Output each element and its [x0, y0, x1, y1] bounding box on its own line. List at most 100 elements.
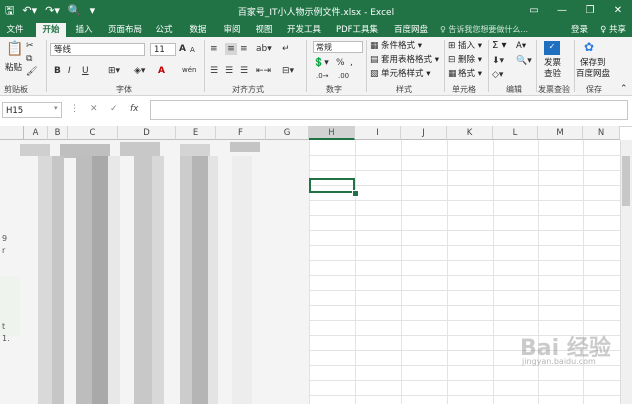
blurred-block — [192, 156, 208, 404]
sort-filter-button[interactable]: A▾ — [516, 40, 526, 52]
number-format-select[interactable]: 常规 — [313, 41, 363, 53]
paste-button[interactable]: 粘贴 — [5, 62, 22, 74]
name-box[interactable]: H15 — [2, 102, 62, 118]
increase-font-icon[interactable]: A — [179, 43, 186, 55]
tab-home[interactable]: 开始 — [36, 23, 66, 37]
border-icon[interactable]: ⊞▾ — [108, 65, 120, 77]
tab-formulas[interactable]: 公式 — [152, 23, 176, 37]
indent-icon[interactable]: ⇤⇥ — [256, 65, 271, 77]
align-top-icon[interactable]: ≡ — [210, 43, 218, 55]
tab-file[interactable]: 文件 — [2, 23, 28, 37]
fill-color-icon[interactable]: ◈▾ — [134, 65, 145, 77]
group-divider — [306, 40, 307, 92]
align-right-icon[interactable]: ☰ — [240, 65, 248, 77]
tab-view[interactable]: 视图 — [252, 23, 276, 37]
column-header-k[interactable]: K — [447, 126, 493, 140]
tell-me-search[interactable]: ♀ 告诉我您想要做什么... — [440, 23, 528, 37]
align-bottom-icon[interactable]: ≡ — [240, 43, 248, 55]
cancel-icon[interactable]: ✕ — [90, 104, 98, 114]
ribbon-display-icon[interactable]: ▭ — [520, 0, 548, 22]
tab-page-layout[interactable]: 页面布局 — [104, 23, 146, 37]
invoice-icon: ✓ — [544, 41, 560, 55]
italic-button[interactable]: I — [68, 65, 71, 77]
enter-icon[interactable]: ✓ — [110, 104, 118, 114]
column-header-c[interactable]: C — [68, 126, 118, 140]
font-color-icon[interactable]: A — [158, 65, 165, 77]
column-header-b[interactable]: B — [48, 126, 68, 140]
collapse-ribbon-icon[interactable]: ⌃ — [620, 83, 628, 95]
ribbon: 📋 粘贴 ✂ ⧉ 🖌 剪贴板 等线 11 A A B I U ⊞▾ ◈▾ A w… — [0, 37, 632, 96]
autosum-button[interactable]: Σ ▾ — [492, 40, 507, 52]
orientation-icon[interactable]: ab▾ — [256, 43, 272, 55]
cell-styles-button[interactable]: 单元格样式 ▾ — [381, 68, 430, 80]
restore-icon[interactable]: ❐ — [576, 0, 604, 22]
blurred-block — [52, 156, 64, 404]
name-box-dropdown-icon[interactable]: ▾ — [54, 104, 58, 112]
blurred-block — [76, 156, 92, 404]
column-header-i[interactable]: I — [355, 126, 401, 140]
merge-center-icon[interactable]: ⊟▾ — [282, 65, 294, 77]
clear-icon[interactable]: ◇▾ — [492, 69, 503, 81]
decrease-font-icon[interactable]: A — [190, 44, 195, 56]
currency-icon[interactable]: 💲▾ — [313, 57, 329, 69]
column-header-g[interactable]: G — [266, 126, 309, 140]
column-header-f[interactable]: F — [216, 126, 266, 140]
insert-function-icon[interactable]: fx — [130, 104, 139, 114]
wrap-text-icon[interactable]: ↵ — [282, 43, 290, 55]
percent-button[interactable]: % — [336, 57, 345, 69]
cell-styles-icon: ▧ — [370, 69, 379, 79]
close-icon[interactable]: ✕ — [604, 0, 632, 22]
tab-pdf-tools[interactable]: PDF工具集 — [332, 23, 382, 37]
group-label-clipboard: 剪贴板 — [4, 85, 28, 94]
decrease-decimal-icon[interactable]: .00 — [338, 70, 349, 82]
share-button[interactable]: ♀ 共享 — [600, 23, 626, 37]
baidu-netdisk-icon: ✿ — [584, 40, 595, 54]
column-header-a[interactable]: A — [24, 126, 48, 140]
column-header-n[interactable]: N — [583, 126, 620, 140]
tab-data[interactable]: 数据 — [186, 23, 210, 37]
column-header-l[interactable]: L — [493, 126, 538, 140]
group-divider — [536, 40, 537, 92]
align-center-icon[interactable]: ☰ — [225, 65, 233, 77]
phonetic-icon[interactable]: wén — [182, 64, 196, 76]
tab-review[interactable]: 审阅 — [220, 23, 244, 37]
login-link[interactable]: 登录 — [571, 23, 588, 37]
blurred-block — [208, 156, 218, 404]
comma-button[interactable]: , — [350, 57, 353, 69]
format-painter-icon[interactable]: 🖌 — [26, 66, 37, 78]
find-select-icon[interactable]: 🔍▾ — [516, 55, 532, 67]
tab-baidu-netdisk[interactable]: 百度网盘 — [390, 23, 432, 37]
paste-icon[interactable]: 📋 — [6, 42, 23, 56]
align-left-icon[interactable]: ☰ — [210, 65, 218, 77]
column-header-d[interactable]: D — [118, 126, 176, 140]
format-cells-button[interactable]: 格式 ▾ — [458, 68, 482, 80]
bold-button[interactable]: B — [54, 65, 61, 77]
tab-insert[interactable]: 插入 — [70, 23, 98, 37]
column-header-m[interactable]: M — [538, 126, 583, 140]
selected-cell-h15[interactable] — [309, 178, 355, 193]
insert-cells-button[interactable]: 插入 ▾ — [458, 40, 482, 52]
conditional-format-button[interactable]: 条件格式 ▾ — [381, 40, 422, 52]
blurred-block — [232, 156, 252, 404]
blurred-block — [20, 144, 50, 156]
column-header-e[interactable]: E — [176, 126, 216, 140]
fill-icon[interactable]: ⬇▾ — [492, 55, 504, 67]
copy-icon[interactable]: ⧉ — [26, 53, 32, 65]
cut-icon[interactable]: ✂ — [26, 40, 34, 52]
select-all-corner[interactable] — [0, 126, 24, 140]
font-size-select[interactable]: 11 — [150, 43, 176, 56]
delete-cells-button[interactable]: 删除 ▾ — [458, 54, 482, 66]
align-middle-icon[interactable]: ≡ — [225, 43, 237, 55]
column-header-h[interactable]: H — [309, 126, 355, 140]
increase-decimal-icon[interactable]: .0→ — [316, 70, 329, 82]
format-as-table-button[interactable]: 套用表格格式 ▾ — [381, 54, 439, 66]
tab-developer[interactable]: 开发工具 — [284, 23, 324, 37]
fill-handle[interactable] — [352, 190, 359, 197]
formula-input[interactable] — [150, 100, 628, 120]
blurred-block — [38, 156, 52, 404]
font-name-select[interactable]: 等线 — [50, 43, 145, 56]
underline-button[interactable]: U — [82, 65, 89, 77]
vertical-scrollbar-thumb[interactable] — [622, 156, 630, 206]
column-header-j[interactable]: J — [401, 126, 447, 140]
minimize-icon[interactable]: — — [548, 0, 576, 22]
